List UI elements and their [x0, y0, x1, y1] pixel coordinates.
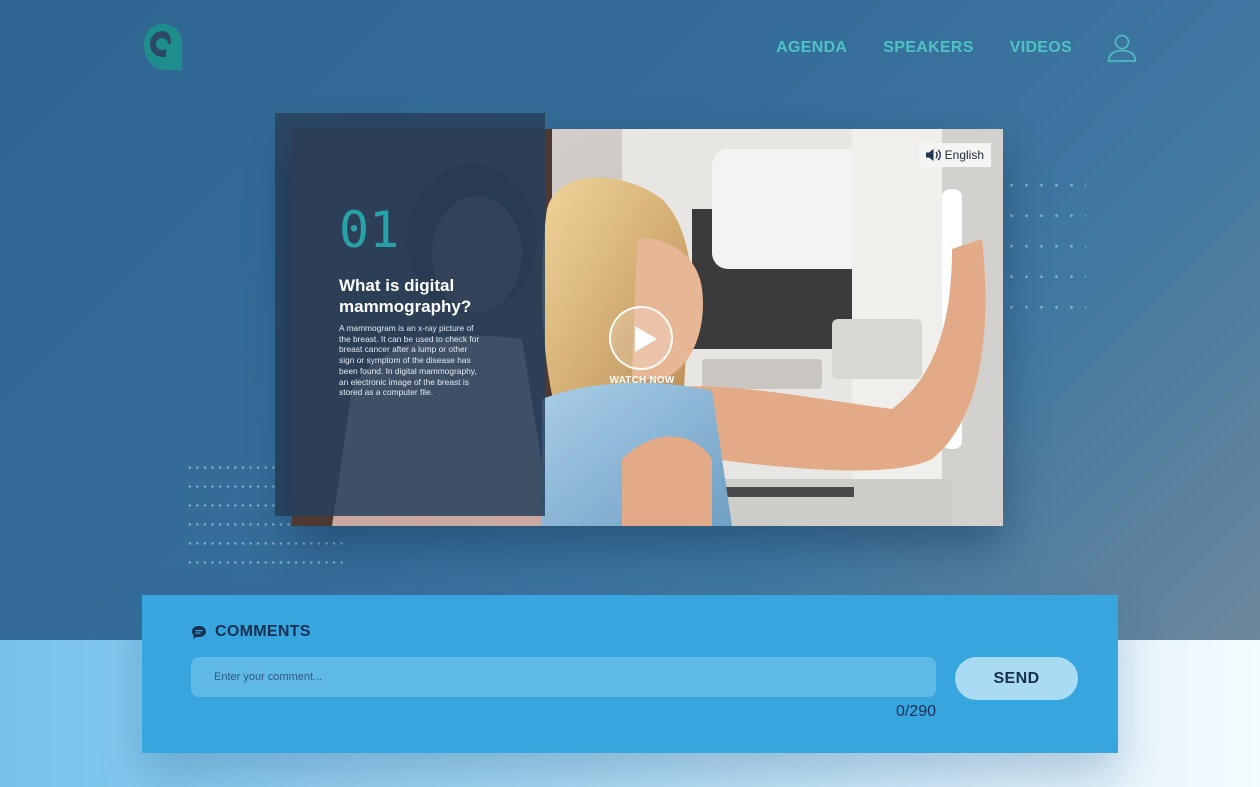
character-counter: 0/290 — [895, 703, 936, 720]
episode-number: 01 — [339, 201, 400, 259]
logo-icon[interactable] — [140, 22, 186, 72]
nav-agenda[interactable]: AGENDA — [776, 39, 847, 57]
chat-bubble-icon — [192, 625, 206, 639]
video-card[interactable]: 01 What is digital mammography? A mammog… — [292, 129, 1003, 526]
language-selector[interactable]: English — [918, 143, 991, 167]
watch-now-link[interactable]: WATCH NOW — [592, 375, 692, 386]
main-nav: AGENDA SPEAKERS VIDEOS — [740, 32, 1138, 64]
play-icon[interactable] — [609, 306, 673, 370]
speaker-icon — [925, 149, 941, 161]
send-button[interactable]: SEND — [955, 657, 1078, 700]
comments-header: COMMENTS — [191, 623, 311, 641]
video-title: What is digital mammography? — [339, 276, 472, 316]
video-description: A mammogram is an x-ray picture of the b… — [339, 323, 480, 398]
comment-input[interactable] — [191, 657, 936, 697]
nav-speakers[interactable]: SPEAKERS — [883, 39, 973, 57]
nav-videos[interactable]: VIDEOS — [1010, 39, 1072, 57]
decorative-dots — [1004, 170, 1086, 335]
user-icon[interactable] — [1106, 32, 1138, 64]
info-panel: 01 What is digital mammography? A mammog… — [292, 129, 545, 516]
language-label: English — [944, 148, 984, 162]
comments-title: COMMENTS — [215, 623, 311, 640]
comments-panel: COMMENTS SEND 0/290 — [142, 595, 1118, 753]
